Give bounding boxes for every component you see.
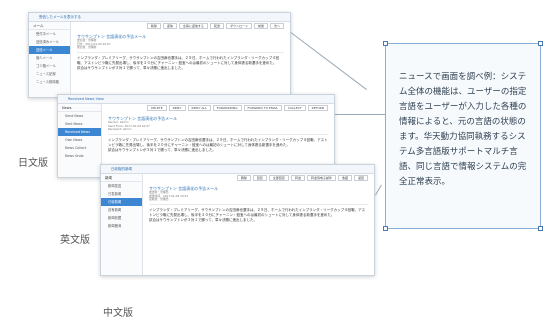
sidebar-header: News bbox=[58, 104, 101, 112]
resize-handle[interactable] bbox=[538, 41, 543, 46]
toolbar: 删除 回复 全部回复 转发 转发到电子邮件 收藏 返回 bbox=[143, 174, 374, 182]
sidebar-item[interactable]: News Collect bbox=[58, 144, 101, 152]
reply-all-button[interactable]: 全部回复 bbox=[268, 175, 289, 181]
window-title: Received News View bbox=[58, 95, 334, 104]
sidebar: メール 受付中メール 送信済みメール 送信メール 個人メール ゴミ箱メール ニュ… bbox=[29, 22, 71, 97]
sidebar-item[interactable]: 新闻撤消 bbox=[101, 222, 142, 230]
sidebar-item[interactable]: Sent News bbox=[58, 120, 101, 128]
connector-line bbox=[290, 32, 367, 90]
sidebar-item[interactable]: 新闻收藏 bbox=[101, 214, 142, 222]
mail-recipient: 受信者：管理者 bbox=[77, 45, 97, 50]
sidebar-item[interactable]: ニュース記録 bbox=[29, 70, 70, 78]
mail-body-result: 試合はサウサンプトンが３対１で勝って、準々決勝に進出しました。 bbox=[77, 66, 186, 71]
return-button[interactable]: RETURN bbox=[307, 105, 328, 111]
sidebar-item-active[interactable]: 送信メール bbox=[29, 46, 70, 54]
sidebar-item[interactable]: Own News bbox=[58, 136, 101, 144]
mail-view: サウサンプトン 言語演化の予告メール 发送者：管理员 发送时间：2017-01-… bbox=[143, 183, 374, 275]
description-text: ニュースで画面を調べ例：システム全体の機能は、ユーザーの指定言語をユーザーが入力… bbox=[399, 72, 527, 187]
screenshot-stage: 受信したメールを表示する メール 受付中メール 送信済みメール 送信メール 個人… bbox=[0, 0, 557, 329]
sidebar-item[interactable]: ニュース削除箱 bbox=[29, 78, 70, 86]
next-button[interactable]: 次へ bbox=[269, 23, 284, 29]
sidebar-item-active[interactable]: 已收新闻 bbox=[101, 198, 142, 206]
window-title: 已收取的新闻 bbox=[101, 165, 374, 174]
connector-line bbox=[335, 114, 387, 115]
mail-body-result: 試合はサウサンプトンが３対１で勝って、準々決勝に進出しました。 bbox=[108, 148, 217, 153]
window-title: 受信したメールを表示する bbox=[29, 13, 290, 22]
reply-button[interactable]: 返信 bbox=[162, 23, 177, 29]
forward-button[interactable]: 转发 bbox=[290, 175, 305, 181]
mail-view: サウサンプトン 言語演化の予告メール 送信者：管理者 日付：2017-01-09… bbox=[71, 31, 290, 97]
sidebar: 新闻 新闻发送 已发新闻 已收新闻 自有新闻 新闻收藏 新闻撤消 bbox=[101, 174, 143, 275]
mail-body: インプランダ・プレミアリーグ、サウサンプトンの吉田麻也選手は、２９日、ホームで行… bbox=[77, 55, 280, 65]
mail-recipient: 接收者：管理员 bbox=[149, 197, 169, 202]
window-chinese: 已收取的新闻 新闻 新闻发送 已发新闻 已收新闻 自有新闻 新闻收藏 新闻撤消 … bbox=[100, 164, 375, 276]
sidebar-item[interactable]: 送信済みメール bbox=[29, 38, 70, 46]
collect-button[interactable]: 收藏 bbox=[337, 175, 352, 181]
download-button[interactable]: ダウンロード bbox=[225, 23, 252, 29]
sidebar-item-active[interactable]: Received News bbox=[58, 128, 101, 136]
toolbar: 削除 返信 全員に返信する 転送 ダウンロード 前後 次へ bbox=[71, 22, 290, 30]
previous-button[interactable]: 前後 bbox=[253, 23, 268, 29]
sidebar: News Send News Sent News Received News O… bbox=[58, 104, 102, 177]
sidebar-item[interactable]: Send News bbox=[58, 112, 101, 120]
return-button[interactable]: 返回 bbox=[353, 175, 368, 181]
mail-header: サウサンプトン 言語演化の予告メール 送信者：管理者 日付：2017-01-09… bbox=[77, 34, 284, 53]
reply-all-button[interactable]: REPLY ALL bbox=[187, 105, 211, 111]
resize-handle[interactable] bbox=[383, 226, 388, 231]
reply-button[interactable]: 回复 bbox=[252, 175, 267, 181]
mail-body: インプランダ・プレミアリーグ、サウサンプトンの吉田麻也選手は、２９日、ホームで行… bbox=[108, 137, 328, 147]
connector-line bbox=[375, 184, 382, 196]
resize-handle[interactable] bbox=[383, 41, 388, 46]
toolbar: DELETE REPLY REPLY ALL FORWARDING FORWAR… bbox=[102, 104, 334, 112]
sidebar-item[interactable]: 已发新闻 bbox=[101, 190, 142, 198]
caption-chinese: 中文版 bbox=[103, 308, 133, 319]
sidebar-item[interactable]: 新闻发送 bbox=[101, 182, 142, 190]
reply-all-button[interactable]: 全員に返信する bbox=[178, 23, 208, 29]
mail-body-result: 試合はサウサンプトンが３対１で勝って、準々決勝に進出しました。 bbox=[149, 218, 258, 223]
forward-button[interactable]: FORWARDING bbox=[212, 105, 242, 111]
resize-handle[interactable] bbox=[538, 226, 543, 231]
sidebar-item[interactable]: 自有新闻 bbox=[101, 206, 142, 214]
delete-button[interactable]: 删除 bbox=[236, 175, 251, 181]
description-panel: ニュースで画面を調べ例：システム全体の機能は、ユーザーの指定言語をユーザーが入力… bbox=[383, 41, 543, 231]
sidebar-item[interactable]: 個人メール bbox=[29, 54, 70, 62]
forward-to-email-button[interactable]: 转发到电子邮件 bbox=[306, 175, 336, 181]
reply-button[interactable]: REPLY bbox=[168, 105, 186, 111]
delete-button[interactable]: 削除 bbox=[146, 23, 161, 29]
forward-button[interactable]: 転送 bbox=[209, 23, 224, 29]
mail-header: サウサンプトン 言語演化の予告メール 发送者：管理员 发送时间：2017-01-… bbox=[149, 186, 368, 205]
delete-button[interactable]: DELETE bbox=[147, 105, 167, 111]
window-japanese: 受信したメールを表示する メール 受付中メール 送信済みメール 送信メール 個人… bbox=[28, 12, 291, 98]
sidebar-item[interactable]: 受付中メール bbox=[29, 30, 70, 38]
caption-japanese: 日文版 bbox=[18, 158, 48, 169]
sidebar-header: メール bbox=[29, 22, 70, 30]
forward-to-email-button[interactable]: FORWARD TO EMAIL bbox=[243, 105, 283, 111]
caption-english: 英文版 bbox=[60, 235, 90, 246]
mail-recipient: Recipient: admin bbox=[108, 127, 132, 132]
sidebar-item[interactable]: ゴミ箱メール bbox=[29, 62, 70, 70]
collect-button[interactable]: COLLECT bbox=[284, 105, 306, 111]
sidebar-header: 新闻 bbox=[101, 174, 142, 182]
mail-body: インプランダ・プレミアリーグ、サウサンプトンの吉田麻也選手は、２９日、ホームで行… bbox=[149, 207, 366, 217]
mail-header: サウサンプトン 言語演化の予告メール Sender: admin Send Ti… bbox=[108, 116, 328, 135]
sidebar-item[interactable]: News Undo bbox=[58, 152, 101, 160]
